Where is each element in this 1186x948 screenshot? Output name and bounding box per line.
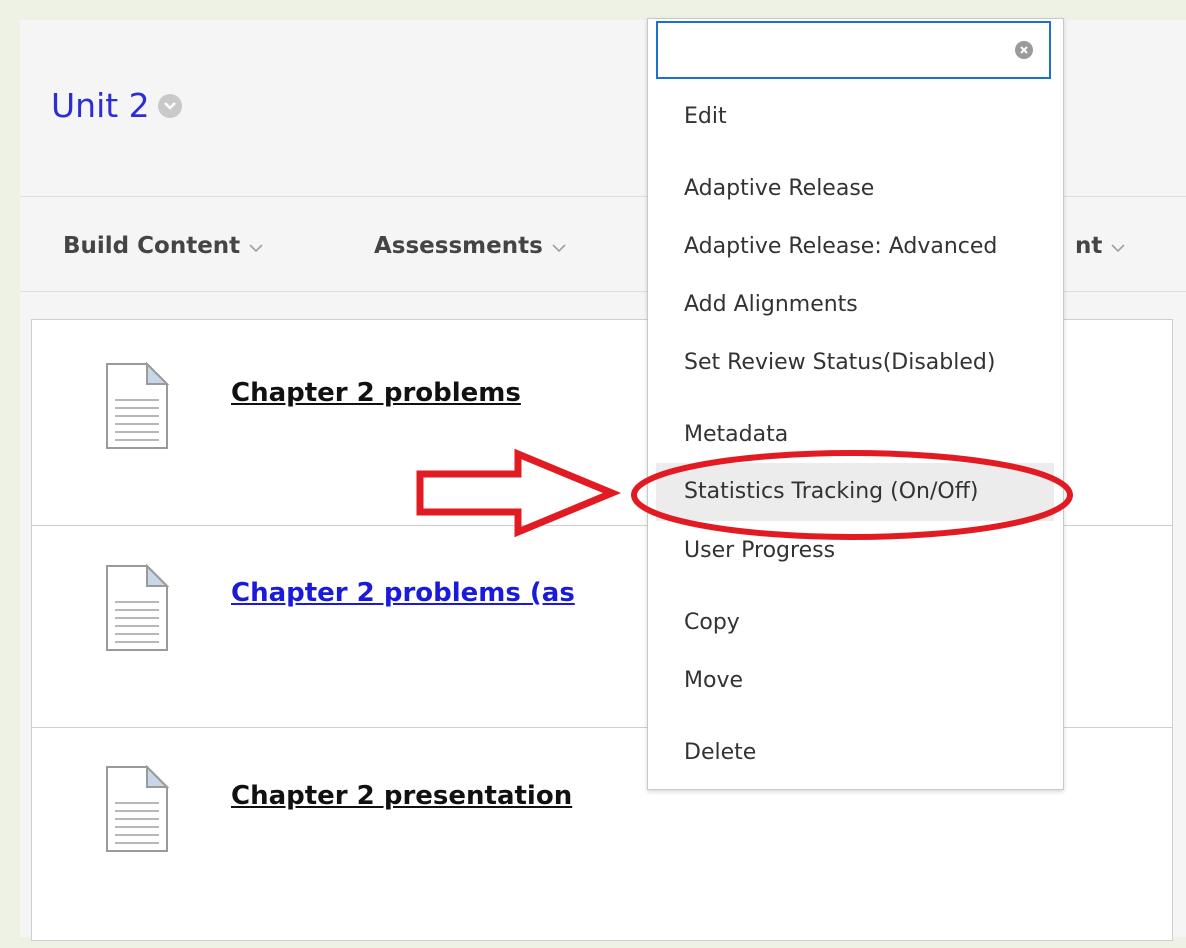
chevron-down-icon: [552, 233, 566, 259]
document-icon: [105, 764, 170, 857]
partial-toolbar-menu[interactable]: nt: [1075, 233, 1125, 259]
chevron-down-icon: [1111, 233, 1125, 259]
menu-item-statistics-tracking[interactable]: Statistics Tracking (On/Off): [656, 463, 1054, 521]
menu-item-copy[interactable]: Copy: [684, 610, 740, 635]
menu-item-add-alignments[interactable]: Add Alignments: [684, 292, 858, 317]
document-icon: [105, 361, 170, 454]
menu-search-input[interactable]: [666, 23, 1010, 75]
chevron-down-icon: [249, 233, 263, 259]
chevron-down-icon[interactable]: [157, 93, 182, 118]
menu-item-metadata[interactable]: Metadata: [684, 422, 788, 447]
menu-item-adaptive-release[interactable]: Adaptive Release: [684, 176, 874, 201]
menu-item-set-review-status[interactable]: Set Review Status(Disabled): [684, 350, 995, 375]
menu-item-move[interactable]: Move: [684, 668, 743, 693]
menu-item-delete[interactable]: Delete: [684, 740, 756, 765]
context-menu: Edit Adaptive Release Adaptive Release: …: [647, 18, 1064, 790]
menu-item-adaptive-release-advanced[interactable]: Adaptive Release: Advanced: [684, 234, 997, 259]
build-content-label: Build Content: [63, 233, 241, 259]
partial-toolbar-label: nt: [1075, 233, 1103, 259]
build-content-menu[interactable]: Build Content: [63, 233, 263, 259]
item-title-link[interactable]: Chapter 2 problems (as: [231, 578, 575, 608]
page-title-text: Unit 2: [51, 86, 150, 125]
menu-search-box: [656, 21, 1051, 79]
document-icon: [105, 563, 170, 656]
menu-item-user-progress[interactable]: User Progress: [684, 538, 835, 563]
menu-item-edit[interactable]: Edit: [684, 104, 727, 129]
item-title-link[interactable]: Chapter 2 problems: [231, 378, 521, 408]
assessments-menu[interactable]: Assessments: [374, 233, 566, 259]
item-title-link[interactable]: Chapter 2 presentation: [231, 781, 572, 811]
page-title[interactable]: Unit 2: [51, 86, 182, 125]
clear-icon[interactable]: [1015, 41, 1033, 59]
assessments-label: Assessments: [374, 233, 543, 259]
